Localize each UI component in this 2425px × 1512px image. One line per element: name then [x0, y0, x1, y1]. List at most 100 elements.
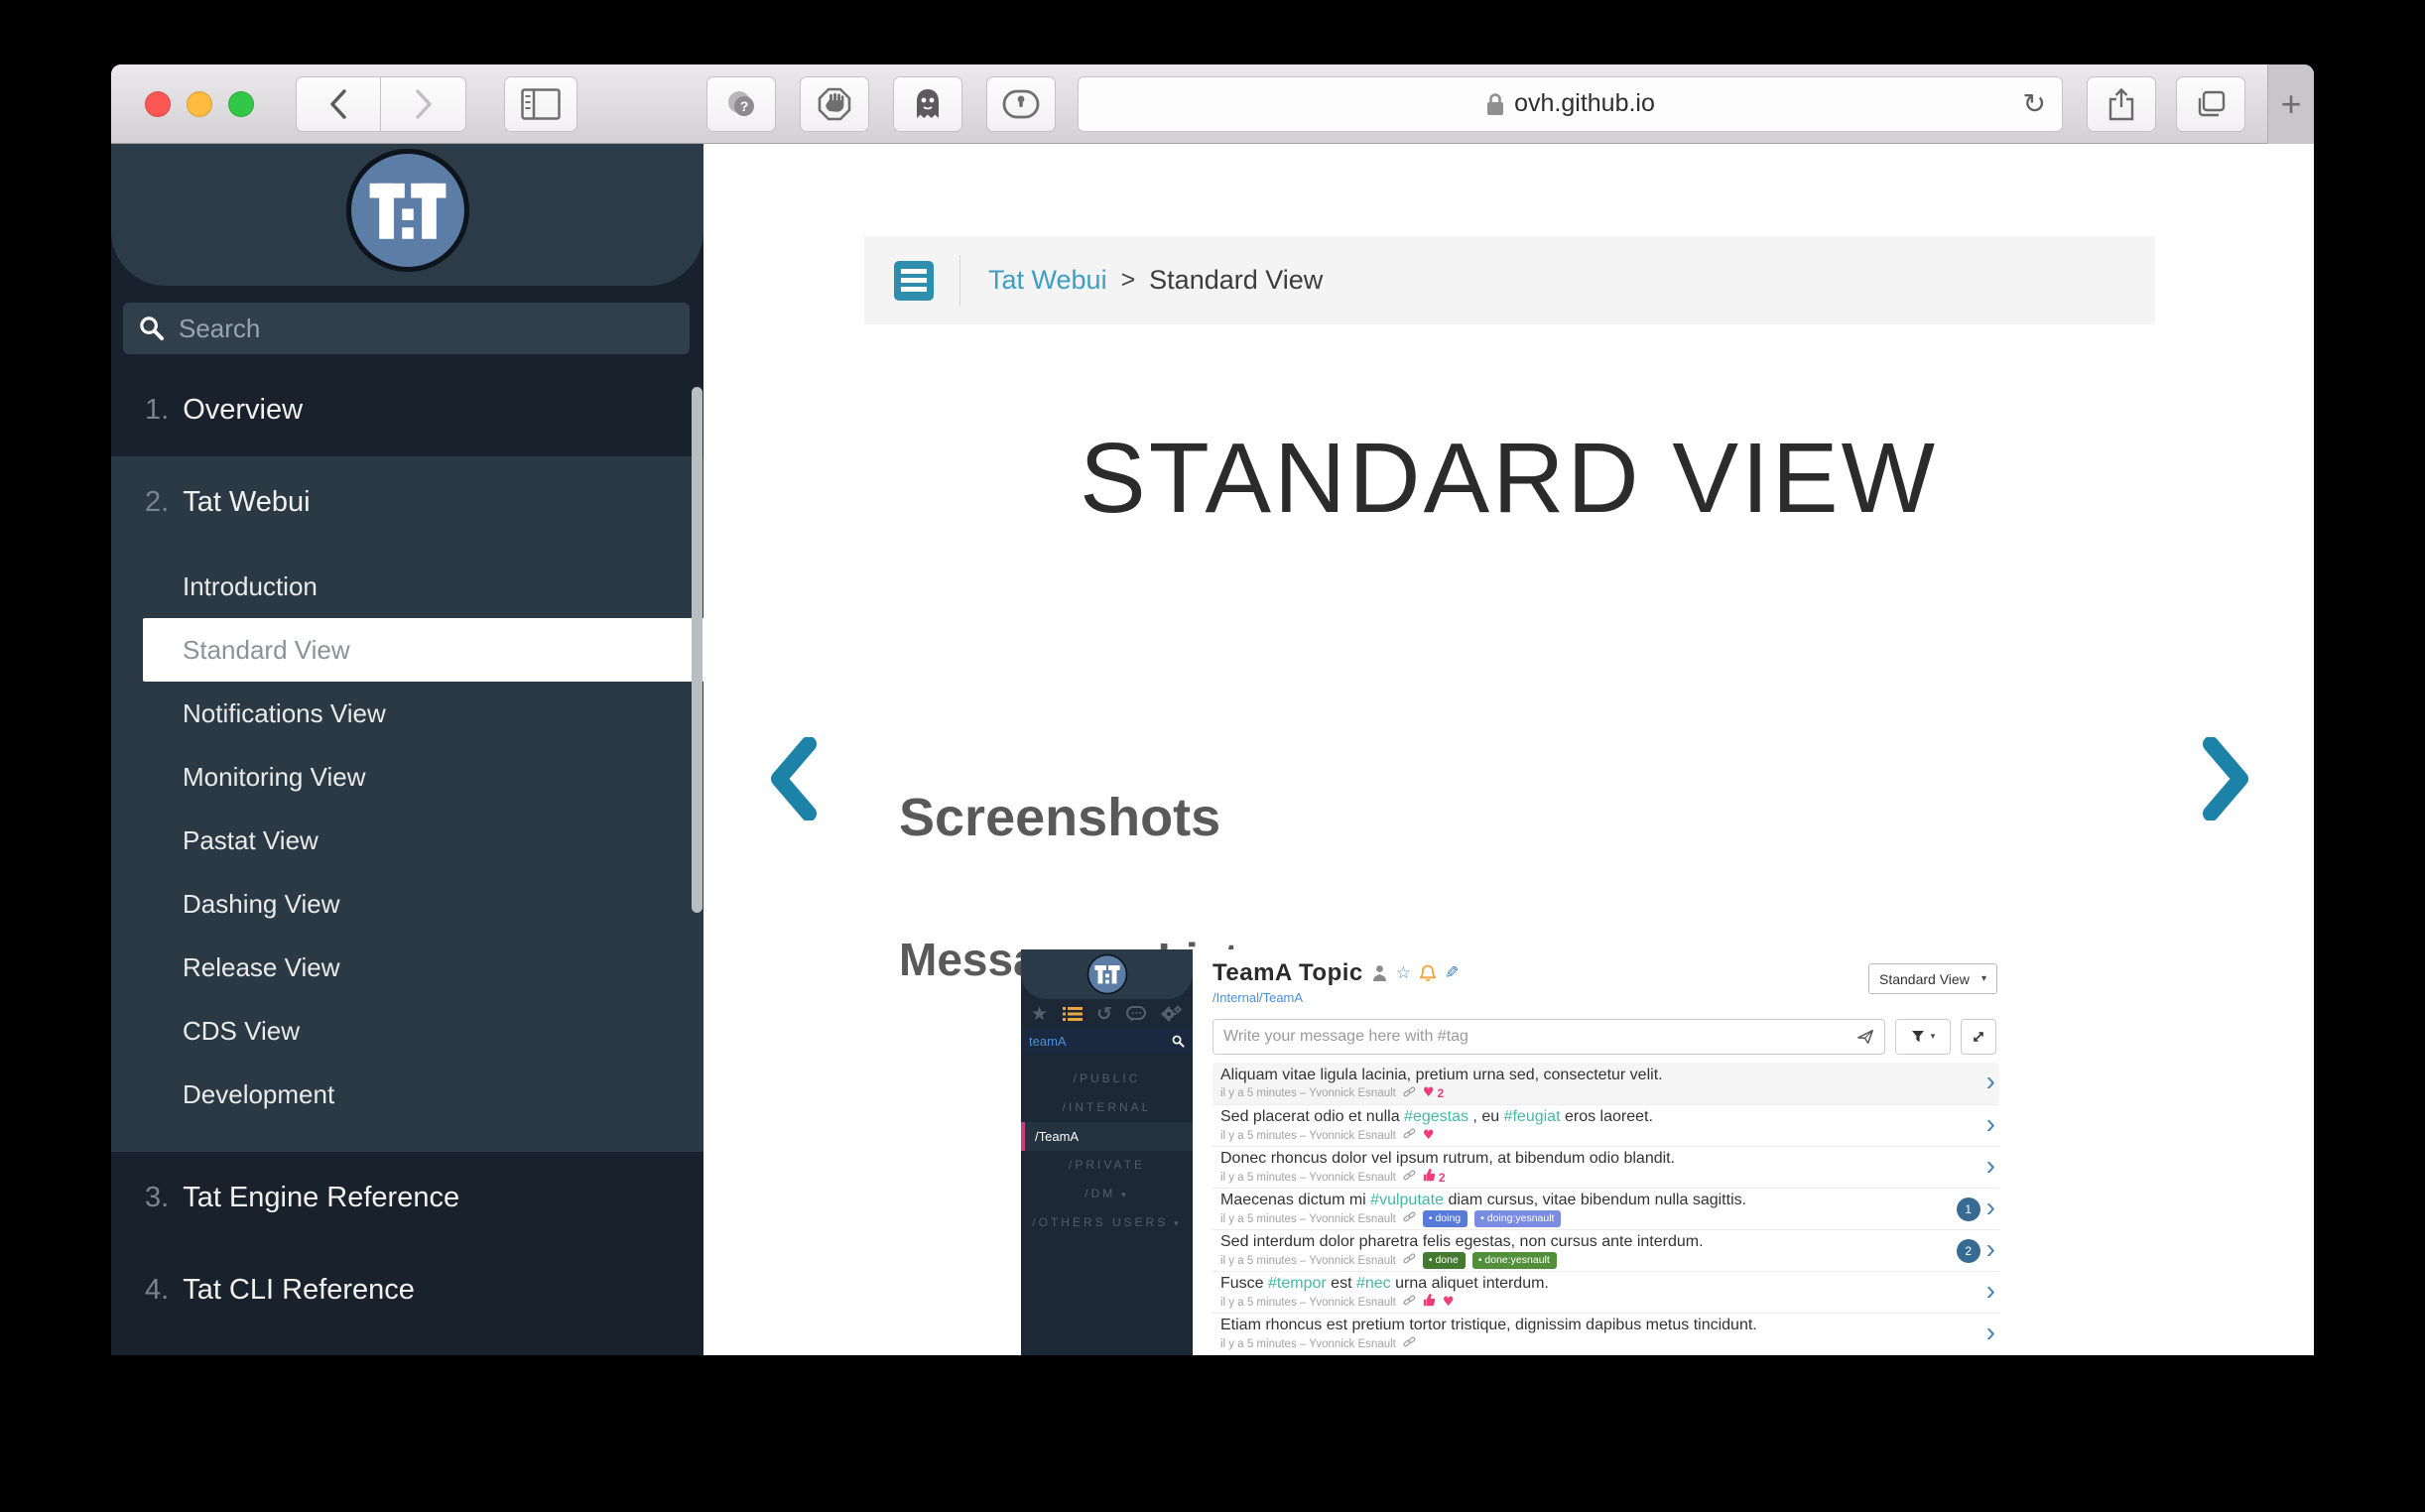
reload-icon[interactable]: ↻	[2023, 87, 2046, 120]
extension-password-button[interactable]	[986, 76, 1056, 132]
notifications-bell-icon[interactable]	[1420, 964, 1436, 982]
label-pill[interactable]: doing:yesnault	[1474, 1210, 1561, 1228]
channel-item-teama[interactable]: /TeamA	[1021, 1122, 1193, 1151]
chevron-right-icon[interactable]: ›	[1986, 1068, 1995, 1099]
sidebar-item-standard-view[interactable]: Standard View	[143, 618, 703, 682]
divider	[959, 255, 960, 307]
sidebar-item-pastat-view[interactable]: Pastat View	[111, 809, 703, 872]
chevron-right-icon[interactable]: ›	[1986, 1235, 1995, 1267]
user-icon[interactable]	[1372, 964, 1387, 982]
label-pill[interactable]: done	[1423, 1252, 1466, 1270]
label-pill[interactable]: done:yesnault	[1472, 1252, 1557, 1270]
message-timestamp-author: il y a 5 minutes – Yvonnick Esnault	[1220, 1254, 1396, 1268]
app-search-icon	[1172, 1035, 1185, 1048]
message-input[interactable]	[1223, 1028, 1856, 1046]
link-icon-wrap[interactable]	[1403, 1085, 1416, 1102]
link-icon	[1403, 1210, 1416, 1223]
sidebar-search[interactable]	[123, 303, 690, 354]
app-search-bar[interactable]: teamA	[1021, 1029, 1193, 1053]
message-input-wrap	[1212, 1019, 1885, 1055]
heart-icon[interactable]: ♥	[1423, 1129, 1435, 1143]
chevron-right-icon[interactable]: ›	[1986, 1110, 1995, 1142]
history-icon[interactable]: ↺	[1096, 1003, 1112, 1025]
sidebar-item-tat-webui[interactable]: 2.Tat Webui	[111, 456, 703, 549]
chevron-right-icon[interactable]: ›	[1986, 1319, 1995, 1350]
sidebar-item-cds-view[interactable]: CDS View	[111, 999, 703, 1063]
message-row[interactable]: Fusce #tempor est #nec urna aliquet inte…	[1212, 1271, 1999, 1313]
link-icon-wrap[interactable]	[1403, 1252, 1416, 1269]
section-number: 1.	[145, 394, 169, 426]
settings-gears-icon[interactable]	[1161, 1005, 1183, 1023]
sidebar-item-introduction[interactable]: Introduction	[111, 555, 703, 618]
sidebar-item-release-view[interactable]: Release View	[111, 936, 703, 999]
extension-question-button[interactable]: ?	[706, 76, 776, 132]
tab-overview-button[interactable]	[2176, 76, 2245, 132]
message-row[interactable]: Etiam rhoncus est pretium tortor tristiq…	[1212, 1313, 1999, 1354]
message-row[interactable]: Sed interdum dolor pharetra felis egesta…	[1212, 1229, 1999, 1271]
funnel-icon	[1911, 1030, 1925, 1044]
link-icon-wrap[interactable]	[1403, 1210, 1416, 1227]
message-row[interactable]: Aliquam vitae ligula lacinia, pretium ur…	[1212, 1063, 1999, 1104]
channel-item-public[interactable]: /PUBLIC	[1021, 1065, 1193, 1093]
expand-button[interactable]	[1961, 1019, 1996, 1055]
next-page-chevron[interactable]	[2203, 737, 2252, 825]
link-icon-wrap[interactable]	[1403, 1335, 1416, 1352]
sidebar-item-tat-engine-reference[interactable]: 3.Tat Engine Reference	[111, 1152, 703, 1244]
favorites-icon[interactable]: ★	[1031, 1003, 1048, 1025]
message-row[interactable]: Maecenas dictum mi #vulputate diam cursu…	[1212, 1188, 1999, 1229]
thumb-icon-wrap[interactable]	[1423, 1169, 1436, 1186]
sidebar-item-dashing-view[interactable]: Dashing View	[111, 872, 703, 936]
search-icon	[139, 315, 165, 341]
close-button[interactable]	[145, 91, 171, 117]
new-tab-button[interactable]: +	[2267, 64, 2314, 144]
forward-button[interactable]	[381, 76, 466, 132]
extension-block-button[interactable]	[800, 76, 869, 132]
address-bar[interactable]: ovh.github.io ↻	[1078, 76, 2063, 132]
sidebar-item-overview[interactable]: 1.Overview	[111, 364, 703, 456]
thumb-icon-wrap[interactable]	[1423, 1294, 1436, 1311]
breadcrumb-current: Standard View	[1149, 265, 1323, 296]
topic-list-icon[interactable]	[1063, 1006, 1083, 1022]
chevron-right-icon[interactable]: ›	[1986, 1277, 1995, 1309]
sidebar-item-notifications-view[interactable]: Notifications View	[111, 682, 703, 745]
sidebar-scrollbar[interactable]	[692, 387, 702, 913]
minimize-button[interactable]	[187, 91, 212, 117]
search-input[interactable]	[179, 314, 674, 344]
hand-block-icon	[818, 87, 851, 121]
extension-ghost-button[interactable]	[893, 76, 962, 132]
chevron-right-icon[interactable]: ›	[1986, 1194, 1995, 1225]
back-button[interactable]	[296, 76, 381, 132]
share-button[interactable]	[2087, 76, 2156, 132]
filter-button[interactable]: ▾	[1895, 1019, 1951, 1055]
sidebar-toggle-button[interactable]	[504, 76, 577, 132]
edit-pencil-icon[interactable]: ✎	[1445, 965, 1459, 982]
sidebar-item-monitoring-view[interactable]: Monitoring View	[111, 745, 703, 809]
message-row[interactable]: Suspendisse non dolor ultricies, laoreet…	[1212, 1354, 1999, 1355]
chevron-right-icon[interactable]: ›	[1986, 1152, 1995, 1184]
channel-item-dm[interactable]: /DM ▾	[1021, 1180, 1193, 1208]
message-meta: il y a 5 minutes – Yvonnick Esnault	[1220, 1335, 1978, 1352]
message-row[interactable]: Sed placerat odio et nulla #egestas , eu…	[1212, 1104, 1999, 1146]
breadcrumb-link[interactable]: Tat Webui	[988, 265, 1107, 296]
prev-page-chevron[interactable]	[767, 737, 817, 825]
hashtag: #tempor	[1264, 1275, 1327, 1292]
favorite-topic-icon[interactable]: ☆	[1396, 965, 1411, 982]
hashtag: #nec	[1352, 1275, 1391, 1292]
sidebar-item-development[interactable]: Development	[111, 1063, 703, 1126]
zoom-button[interactable]	[228, 91, 254, 117]
heart-icon[interactable]: ♥	[1443, 1296, 1455, 1310]
view-selector[interactable]: Standard View ▾	[1868, 963, 1997, 994]
message-row[interactable]: Donec rhoncus dolor vel ipsum rutrum, at…	[1212, 1146, 1999, 1188]
channel-item-internal[interactable]: /INTERNAL	[1021, 1093, 1193, 1122]
label-pill[interactable]: doing	[1423, 1210, 1468, 1228]
heart-icon[interactable]: ♥	[1423, 1086, 1435, 1100]
link-icon-wrap[interactable]	[1403, 1169, 1416, 1186]
send-plane-icon[interactable]	[1856, 1028, 1874, 1046]
link-icon-wrap[interactable]	[1403, 1294, 1416, 1311]
channel-item-private[interactable]: /PRIVATE	[1021, 1151, 1193, 1180]
link-icon-wrap[interactable]	[1403, 1127, 1416, 1144]
channel-item-othersusers[interactable]: /OTHERS USERS ▾	[1021, 1208, 1193, 1237]
sidebar-item-tat-cli-reference[interactable]: 4.Tat CLI Reference	[111, 1244, 703, 1336]
app-sidebar-header	[1021, 949, 1193, 999]
chat-icon[interactable]	[1126, 1006, 1146, 1023]
